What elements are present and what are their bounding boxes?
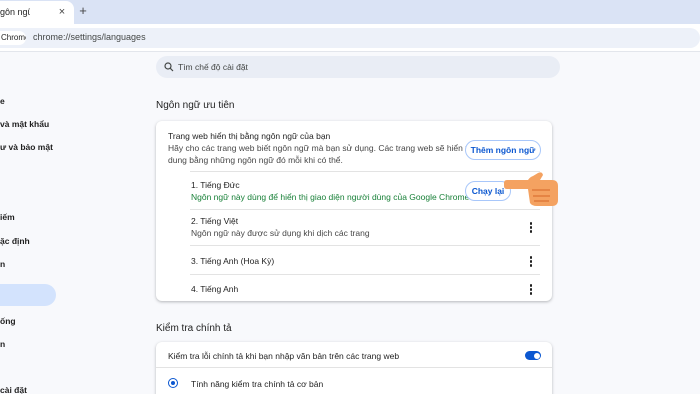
sidebar-item-search-engine[interactable]: iếm: [0, 212, 15, 222]
divider: [190, 171, 540, 172]
more-options-icon[interactable]: [529, 284, 533, 296]
omnibox[interactable]: Chrome chrome://settings/languages: [0, 28, 700, 48]
sidebar-item-system[interactable]: ống: [0, 316, 16, 326]
language-note: Ngôn ngữ này dùng để hiển thị giao diện …: [191, 192, 470, 202]
preferred-languages-heading: Ngôn ngữ ưu tiên: [156, 100, 235, 111]
more-options-icon[interactable]: [529, 222, 533, 234]
sidebar-item-reset[interactable]: n: [0, 339, 5, 349]
intro-title: Trang web hiển thị bằng ngôn ngữ của bạn: [168, 131, 331, 141]
language-name: 1. Tiếng Đức: [191, 180, 240, 190]
tab-title: gôn ngữ: [0, 7, 30, 17]
basic-spellcheck-label: Tính năng kiểm tra chính tả cơ bản: [191, 379, 324, 389]
sidebar-active-highlight: [0, 284, 56, 306]
sidebar-item-about[interactable]: cài đặt: [0, 385, 27, 394]
spellcheck-toggle[interactable]: [525, 351, 541, 360]
divider: [190, 209, 540, 210]
divider: [190, 245, 540, 246]
more-options-icon[interactable]: [529, 256, 533, 268]
browser-toolbar: Chrome chrome://settings/languages: [0, 24, 700, 52]
basic-spellcheck-radio[interactable]: [168, 378, 178, 388]
language-name: 4. Tiếng Anh: [191, 284, 239, 294]
url-text[interactable]: chrome://settings/languages: [33, 32, 146, 42]
spellcheck-toggle-label: Kiểm tra lỗi chính tả khi bạn nhập văn b…: [168, 351, 400, 361]
new-tab-icon[interactable]: +: [76, 4, 90, 18]
toggle-knob: [533, 352, 540, 359]
language-name: 2. Tiếng Việt: [191, 216, 239, 226]
close-icon[interactable]: ×: [56, 5, 68, 19]
tab-settings[interactable]: gôn ngữ ×: [0, 1, 74, 24]
add-languages-button[interactable]: Thêm ngôn ngữ: [465, 140, 541, 160]
spellcheck-heading: Kiểm tra chính tả: [156, 323, 232, 334]
sidebar-item-privacy-security[interactable]: ư và bảo mật: [0, 142, 53, 152]
search-input[interactable]: [178, 60, 478, 74]
pointing-hand-icon: [504, 172, 558, 206]
spellcheck-card: Kiểm tra lỗi chính tả khi bạn nhập văn b…: [156, 342, 552, 394]
divider: [156, 367, 552, 368]
search-icon: [164, 62, 174, 72]
preferred-languages-card: Trang web hiển thị bằng ngôn ngữ của bạn…: [156, 121, 552, 301]
sidebar-item-autofill-passwords[interactable]: và mật khẩu: [0, 119, 49, 129]
language-note: Ngôn ngữ này được sử dụng khi dịch các t…: [191, 228, 370, 238]
sidebar-item-on-startup[interactable]: n: [0, 259, 5, 269]
language-name: 3. Tiếng Anh (Hoa Kỳ): [191, 256, 275, 266]
settings-search[interactable]: [156, 56, 560, 78]
divider: [190, 274, 540, 275]
tab-strip: gôn ngữ × +: [0, 0, 700, 24]
site-chip[interactable]: Chrome: [0, 31, 26, 45]
sidebar-item-default-browser[interactable]: ặc định: [0, 236, 30, 246]
intro-line-2: dung bằng những ngôn ngữ đó mỗi khi có t…: [168, 155, 343, 165]
intro-line-1: Hãy cho các trang web biết ngôn ngữ mà b…: [168, 143, 488, 153]
sidebar-item-appearance[interactable]: e: [0, 96, 5, 106]
